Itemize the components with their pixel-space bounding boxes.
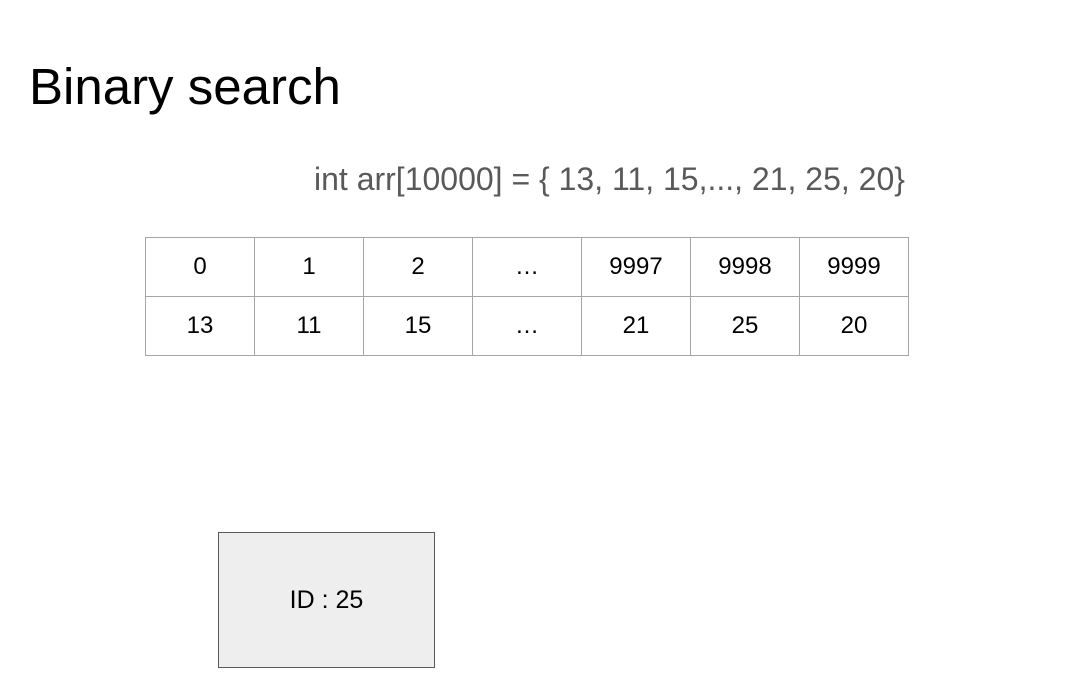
index-cell: 2 [363, 237, 473, 297]
value-cell: 21 [581, 296, 691, 356]
index-row: 0 1 2 … 9997 9998 9999 [145, 237, 909, 297]
value-cell: 15 [363, 296, 473, 356]
slide-title: Binary search [29, 58, 341, 115]
value-cell: 13 [145, 296, 255, 356]
value-row: 13 11 15 … 21 25 20 [145, 296, 909, 356]
value-cell: 25 [690, 296, 800, 356]
array-declaration: int arr[10000] = { 13, 11, 15,..., 21, 2… [314, 161, 905, 197]
index-cell: 9998 [690, 237, 800, 297]
search-target-box: ID : 25 [218, 532, 435, 668]
value-cell: 20 [799, 296, 909, 356]
index-cell: 9997 [581, 237, 691, 297]
index-cell: 9999 [799, 237, 909, 297]
index-cell: … [472, 237, 582, 297]
array-table: 0 1 2 … 9997 9998 9999 13 11 15 … 21 25 … [145, 237, 909, 356]
index-cell: 1 [254, 237, 364, 297]
index-cell: 0 [145, 237, 255, 297]
search-target-label: ID : 25 [289, 585, 364, 614]
value-cell: … [472, 296, 582, 356]
value-cell: 11 [254, 296, 364, 356]
